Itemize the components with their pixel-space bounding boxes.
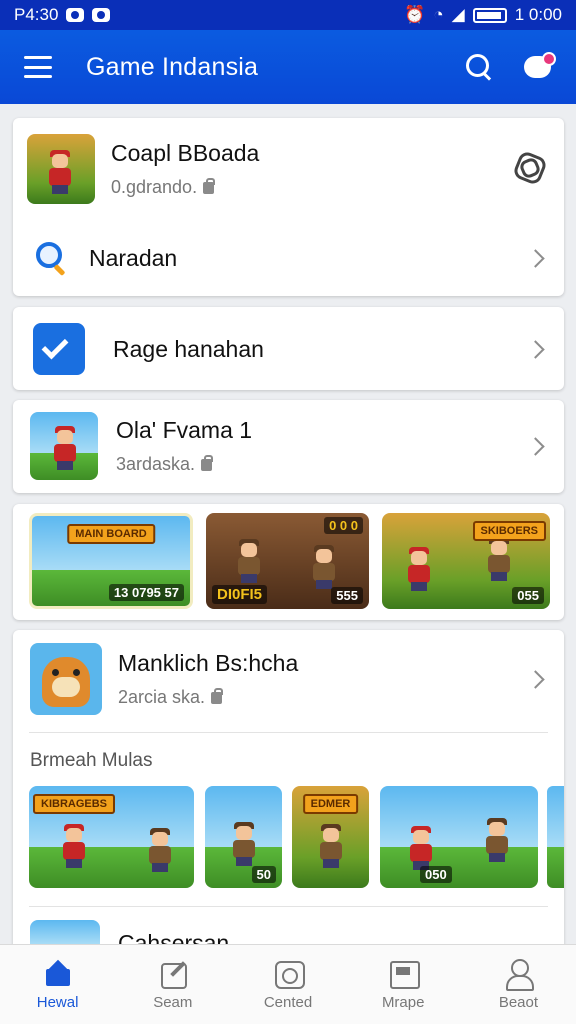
screenshot-2-score: DI0FI5 [212, 585, 268, 604]
next-row-title: Cahsersan [118, 930, 230, 944]
notification-badge [542, 52, 556, 66]
featured-game-text: Coapl BBoada 0.gdrando. [111, 140, 259, 198]
nav-cented-label: Cented [263, 994, 313, 1011]
screenshot-1-banner: MAIN BOARD [67, 524, 155, 544]
menu-icon[interactable] [24, 56, 52, 78]
screenshot-1-score: 13 0795 57 [108, 584, 184, 601]
bottom-nav: Hewal Seam Cented Mrape Beaot [0, 944, 576, 1024]
message-notification-icon [92, 8, 111, 22]
screenshot-2[interactable]: 0 0 0 DI0FI5 555 [206, 513, 369, 609]
game-card-1[interactable]: Ola' Fvama 1 3ardaska. [13, 400, 564, 493]
manage-row[interactable]: Rage hanahan [13, 321, 564, 377]
alarm-icon: ⏰ [404, 5, 426, 24]
section-screenshot-2[interactable]: 50 [205, 786, 282, 888]
screenshot-3[interactable]: SKIBOERS 055 [382, 513, 550, 609]
game-1-title: Ola' Fvama 1 [116, 417, 253, 443]
featured-game-meta-text: 0.gdrando. [111, 177, 198, 197]
chevron-right-icon [526, 248, 545, 268]
manage-card[interactable]: Rage hanahan [13, 307, 564, 390]
bag-icon [201, 454, 214, 471]
status-right: ⏰ ◔ ◢ 1 0:00 [404, 5, 562, 25]
status-bar: P4:30 ⏰ ◔ ◢ 1 0:00 [0, 0, 576, 30]
search-row[interactable]: Naradan [13, 230, 564, 286]
game-row-1[interactable]: Ola' Fvama 1 3ardaska. [13, 410, 564, 482]
section-screenshot-1-banner: KIBRAGEBS [33, 794, 116, 814]
chevron-right-icon [526, 436, 545, 456]
featured-game-title: Coapl BBoada [111, 140, 260, 166]
section-screenshot-1[interactable]: KIBRAGEBS [29, 786, 194, 888]
nav-beaot[interactable]: Beaot [461, 945, 576, 1024]
game-2-thumbnail [30, 643, 102, 715]
manage-label: Rage hanahan [113, 335, 264, 362]
status-clock: 1 0:00 [514, 5, 562, 24]
app-title: Game Indansia [86, 52, 259, 81]
search-icon[interactable] [464, 52, 494, 82]
person-icon [503, 958, 535, 991]
section-screenshot-3[interactable]: EDMER [292, 786, 369, 888]
main-content[interactable]: Coapl BBoada 0.gdrando. Naradan Rage han… [0, 104, 576, 944]
game-2-meta-text: 2arcia ska. [118, 687, 206, 707]
app-bar: Game Indansia [0, 30, 576, 104]
gear-icon[interactable] [511, 149, 549, 187]
camera-icon [273, 958, 305, 989]
notification-icon [66, 8, 85, 22]
battery-icon [472, 7, 507, 23]
nav-home[interactable]: Hewal [0, 945, 115, 1024]
chevron-right-icon [526, 339, 545, 359]
nav-seam-label: Seam [153, 994, 193, 1011]
chevron-right-icon [526, 669, 545, 689]
magnifier-icon [36, 242, 65, 276]
nav-cented[interactable]: Cented [230, 945, 345, 1024]
screenshot-2-extra: 555 [331, 587, 363, 604]
checkbox-icon [33, 323, 85, 375]
wifi-icon: ◔ [433, 5, 444, 24]
game-1-meta: 3ardaska. [116, 454, 252, 475]
featured-game-meta: 0.gdrando. [111, 177, 259, 198]
game-1-meta-text: 3ardaska. [116, 454, 196, 474]
nav-home-label: Hewal [36, 994, 79, 1011]
section-screenshot-2-score: 50 [251, 866, 276, 883]
bag-icon [211, 687, 224, 704]
section-screenshot-3-banner: EDMER [302, 794, 359, 814]
screenshot-3-score: 055 [512, 587, 544, 604]
chat-icon[interactable] [524, 52, 556, 82]
bag-icon [203, 177, 216, 194]
screenshots-card: MAIN BOARD 13 0795 57 0 0 0 DI0FI5 555 S… [13, 504, 564, 620]
nav-seam[interactable]: Seam [115, 945, 230, 1024]
section-screenshot-5[interactable] [547, 786, 564, 888]
status-time: P4:30 [14, 5, 59, 24]
featured-game-row[interactable]: Coapl BBoada 0.gdrando. [13, 126, 564, 212]
search-row-label: Naradan [89, 244, 178, 271]
game-1-text: Ola' Fvama 1 3ardaska. [116, 417, 252, 475]
game-thumbnail [27, 134, 95, 204]
game-row-2[interactable]: Manklich Bs:hcha 2arcia ska. [13, 642, 564, 716]
divider [29, 732, 548, 733]
game-1-thumbnail [30, 412, 98, 480]
nav-beaot-label: Beaot [498, 994, 539, 1011]
signal-icon: ◢ [451, 5, 465, 24]
game-2-meta: 2arcia ska. [118, 687, 298, 708]
section-screenshot-4-score: 050 [420, 866, 452, 883]
game-card-2: Manklich Bs:hcha 2arcia ska. Brmeah Mula… [13, 630, 564, 944]
next-row[interactable]: Cahsersan [13, 920, 564, 944]
section-title: Brmeah Mulas [30, 750, 153, 771]
status-left: P4:30 [14, 5, 111, 25]
divider [29, 906, 548, 907]
edit-icon [158, 958, 188, 989]
screenshot-2-banner: 0 0 0 [324, 517, 363, 534]
image-icon [388, 958, 421, 989]
next-row-thumbnail [30, 920, 100, 944]
game-2-title: Manklich Bs:hcha [118, 650, 299, 676]
featured-card: Coapl BBoada 0.gdrando. Naradan [13, 118, 564, 296]
game-2-text: Manklich Bs:hcha 2arcia ska. [118, 650, 298, 708]
screenshot-1[interactable]: MAIN BOARD 13 0795 57 [29, 513, 193, 609]
nav-mrape[interactable]: Mrape [346, 945, 461, 1024]
section-screenshot-4[interactable]: 050 [380, 786, 538, 888]
screenshot-3-banner: SKIBOERS [472, 521, 546, 541]
nav-mrape-label: Mrape [381, 994, 425, 1011]
home-icon [43, 958, 73, 988]
